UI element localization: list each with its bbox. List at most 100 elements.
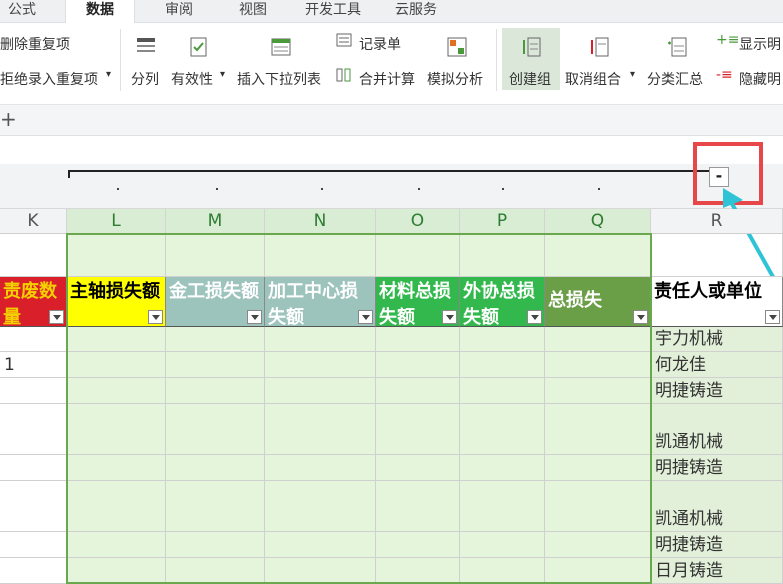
formula-bar[interactable] [0,135,783,165]
ungroup-button[interactable]: 取消组合 [565,69,621,89]
grid-cell[interactable]: 明捷铸造 [651,455,783,481]
hide-detail-icon[interactable]: -≡ [716,67,733,83]
grid-cell[interactable] [545,352,651,378]
grid-cell[interactable] [376,352,460,378]
table-header-cell[interactable]: 责任人或单位 [651,277,783,327]
grid-cell[interactable] [545,532,651,558]
grid-cell[interactable]: 明捷铸造 [651,532,783,558]
tab-cloud[interactable]: 云服务 [395,0,437,22]
grid-cell[interactable] [0,234,67,277]
grid-cell[interactable]: 明捷铸造 [651,378,783,404]
hide-detail-button[interactable]: 隐藏明 [739,69,781,89]
column-header-r[interactable]: R [651,209,783,233]
grid-cell[interactable] [265,532,376,558]
grid-cell[interactable] [67,532,166,558]
filter-dropdown-icon[interactable] [765,310,780,324]
filter-dropdown-icon[interactable] [442,310,457,324]
filter-dropdown-icon[interactable] [358,310,373,324]
filter-dropdown-icon[interactable] [247,310,262,324]
chevron-down-icon[interactable]: ▾ [220,69,225,80]
grid-cell[interactable] [460,234,545,277]
remove-duplicates-button[interactable]: 删除重复项 [0,34,70,54]
grid-cell[interactable] [265,352,376,378]
tab-data[interactable]: 数据 [65,0,135,23]
grid-cell[interactable] [460,558,545,584]
create-group-button[interactable]: 创建组 [509,69,551,89]
grid-cell[interactable] [265,558,376,584]
grid-cell[interactable]: 宇力机械 [651,327,783,352]
grid-cell[interactable] [545,327,651,352]
tab-developer[interactable]: 开发工具 [305,0,361,22]
grid-cell[interactable] [460,481,545,532]
grid-cell[interactable] [0,532,67,558]
grid-cell[interactable] [67,455,166,481]
grid-cell[interactable] [0,378,67,404]
grid-cell[interactable] [166,455,265,481]
column-header-k[interactable]: K [0,209,67,233]
filter-dropdown-icon[interactable] [148,310,163,324]
grid-cell[interactable]: 1 [0,352,67,378]
grid-cell[interactable] [166,352,265,378]
grid-cell[interactable] [0,404,67,455]
show-detail-button[interactable]: 显示明 [739,34,781,54]
grid-cell[interactable] [376,234,460,277]
grid-cell[interactable] [265,404,376,455]
grid-cell[interactable] [166,404,265,455]
grid-cell[interactable] [67,378,166,404]
grid-cell[interactable] [265,455,376,481]
chevron-down-icon[interactable]: ▾ [630,69,635,80]
grid-cell[interactable] [460,327,545,352]
table-header-cell[interactable]: 材料总损失额 [376,277,460,327]
grid-cell[interactable] [0,558,67,584]
table-header-cell[interactable]: 总损失 [545,277,651,327]
table-header-cell[interactable]: 外协总损失额 [460,277,545,327]
grid-cell[interactable] [67,404,166,455]
grid-cell[interactable] [376,558,460,584]
reject-duplicates-button[interactable]: 拒绝录入重复项 [0,69,98,89]
grid-cell[interactable] [460,352,545,378]
grid-cell[interactable] [265,234,376,277]
record-form-icon[interactable] [336,32,352,48]
grid-cell[interactable] [460,532,545,558]
grid-cell[interactable] [166,481,265,532]
grid-cell[interactable] [0,455,67,481]
grid-cell[interactable] [460,455,545,481]
column-header-o[interactable]: O [376,209,460,233]
grid-cell[interactable] [376,378,460,404]
grid-cell[interactable] [545,234,651,277]
grid-cell[interactable] [265,481,376,532]
grid-cell[interactable] [265,378,376,404]
grid-cell[interactable] [166,558,265,584]
grid-cell[interactable] [265,327,376,352]
grid-cell[interactable] [67,234,166,277]
filter-dropdown-icon[interactable] [49,310,64,324]
filter-dropdown-icon[interactable] [633,310,648,324]
grid-cell[interactable] [545,378,651,404]
subtotal-button[interactable]: 分类汇总 [647,69,703,89]
split-columns-icon[interactable] [135,36,157,58]
show-detail-icon[interactable]: +≡ [716,32,739,48]
grid-cell[interactable]: 凯通机械 [651,481,783,532]
grid-cell[interactable]: 日月铸造 [651,558,783,584]
record-form-button[interactable]: 记录单 [359,34,401,54]
grid-cell[interactable] [376,327,460,352]
table-header-cell[interactable]: 金工损失额 [166,277,265,327]
grid-cell[interactable] [67,327,166,352]
grid-cell[interactable] [376,455,460,481]
grid-cell[interactable] [376,532,460,558]
grid-cell[interactable] [166,234,265,277]
grid-cell[interactable] [67,558,166,584]
column-header-q[interactable]: Q [545,209,651,233]
simulation-icon[interactable] [446,36,468,58]
plus-icon[interactable]: + [0,107,17,131]
create-group-icon[interactable] [520,36,542,58]
ungroup-icon[interactable] [588,36,610,58]
grid-cell[interactable] [0,327,67,352]
grid-cell[interactable] [545,455,651,481]
filter-dropdown-icon[interactable] [527,310,542,324]
column-header-l[interactable]: L [67,209,166,233]
insert-dropdown-icon[interactable] [270,36,292,58]
validity-icon[interactable] [188,36,210,58]
tab-view[interactable]: 视图 [239,0,267,22]
insert-dropdown-list-button[interactable]: 插入下拉列表 [237,69,321,89]
